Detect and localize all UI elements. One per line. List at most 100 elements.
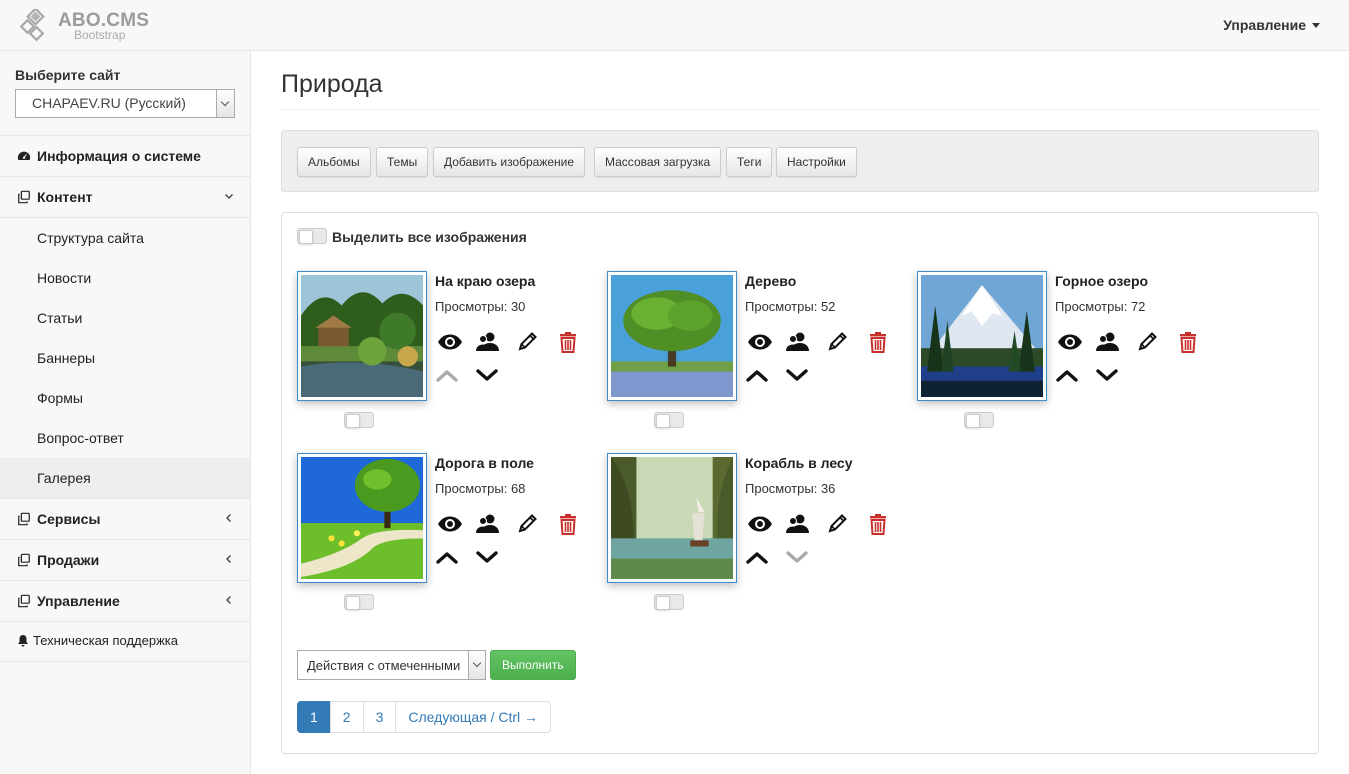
top-navbar: ABO.CMS Bootstrap Управление [0, 0, 1349, 51]
image-thumbnail[interactable] [607, 271, 737, 401]
eye-icon[interactable] [1057, 330, 1083, 354]
chevron-down-icon[interactable] [784, 363, 810, 387]
sidebar-item-label: Сервисы [37, 511, 101, 527]
gallery-card: На краю озера Просмотры: 30 [297, 271, 597, 441]
chevron-down-icon [224, 177, 234, 217]
pagination: 1 2 3 Следующая / Ctrl → [297, 701, 552, 733]
top-menu-manage-dropdown[interactable]: Управление [1223, 17, 1320, 33]
sidebar-support-label: Техническая поддержка [33, 633, 178, 648]
copy-icon [18, 512, 30, 526]
sidebar-item-content[interactable]: Контент [0, 177, 250, 218]
pencil-icon[interactable] [825, 330, 851, 354]
sidebar-subitem-articles[interactable]: Статьи [0, 298, 250, 338]
image-select-toggle[interactable] [344, 594, 374, 610]
image-title[interactable]: Корабль в лесу [745, 455, 853, 471]
title-divider [281, 109, 1319, 110]
sidebar: Выберите сайт CHAPAEV.RU (Русский) Инфор… [0, 51, 251, 774]
sidebar-item-sales[interactable]: Продажи [0, 540, 250, 581]
add-image-button[interactable]: Добавить изображение [433, 147, 586, 177]
sidebar-item-system-info[interactable]: Информация о системе [0, 136, 250, 177]
image-views: Просмотры: 72 [1055, 299, 1145, 314]
image-thumbnail[interactable] [297, 271, 427, 401]
caret-down-icon [1312, 23, 1320, 28]
gallery-toolbar: Альбомы Темы Добавить изображение Массов… [281, 130, 1319, 192]
chevron-up-icon[interactable] [744, 363, 770, 387]
logo-subtitle: Bootstrap [74, 28, 126, 42]
chevron-left-icon [224, 581, 234, 621]
trash-icon[interactable] [865, 330, 891, 354]
bell-icon [18, 635, 28, 647]
views-prefix: Просмотры: [435, 299, 508, 314]
pencil-icon[interactable] [515, 512, 541, 536]
image-views: Просмотры: 30 [435, 299, 525, 314]
site-select[interactable]: CHAPAEV.RU (Русский) [15, 89, 235, 118]
views-count: 30 [510, 299, 526, 314]
bulk-actions-select[interactable]: Действия с отмеченными [297, 650, 486, 680]
sidebar-item-support[interactable]: Техническая поддержка [0, 622, 250, 662]
image-thumbnail[interactable] [607, 453, 737, 583]
eye-icon[interactable] [747, 330, 773, 354]
users-icon[interactable] [475, 512, 501, 536]
albums-button[interactable]: Альбомы [297, 147, 371, 177]
page-link-3[interactable]: 3 [362, 701, 397, 733]
image-thumbnail[interactable] [917, 271, 1047, 401]
pencil-icon[interactable] [825, 512, 851, 536]
page-link-next[interactable]: Следующая / Ctrl → [395, 701, 552, 733]
sidebar-item-label: Информация о системе [37, 148, 201, 164]
sidebar-subitem-news[interactable]: Новости [0, 258, 250, 298]
trash-icon[interactable] [555, 512, 581, 536]
users-icon[interactable] [785, 512, 811, 536]
image-select-toggle[interactable] [964, 412, 994, 428]
image-title[interactable]: Дорога в поле [435, 455, 534, 471]
gallery-card: Корабль в лесу Просмотры: 36 [607, 453, 907, 623]
image-select-toggle[interactable] [344, 412, 374, 428]
sidebar-subitem-gallery[interactable]: Галерея [0, 458, 250, 498]
gallery-card: Горное озеро Просмотры: 72 [917, 271, 1217, 441]
sidebar-subitem-faq[interactable]: Вопрос-ответ [0, 418, 250, 458]
image-thumbnail[interactable] [297, 453, 427, 583]
image-title[interactable]: Дерево [745, 273, 796, 289]
image-select-toggle[interactable] [654, 412, 684, 428]
tags-button[interactable]: Теги [726, 147, 773, 177]
sidebar-subitem-structure[interactable]: Структура сайта [0, 218, 250, 258]
trash-icon[interactable] [555, 330, 581, 354]
chevron-down-icon[interactable] [474, 545, 500, 569]
settings-button[interactable]: Настройки [776, 147, 857, 177]
sidebar-item-label: Контент [37, 189, 93, 205]
select-all-toggle[interactable] [297, 228, 327, 244]
chevron-up-icon[interactable] [434, 545, 460, 569]
users-icon[interactable] [785, 330, 811, 354]
run-action-button[interactable]: Выполнить [490, 650, 576, 680]
bulk-upload-button[interactable]: Массовая загрузка [594, 147, 722, 177]
image-select-toggle[interactable] [654, 594, 684, 610]
chevron-down-icon[interactable] [474, 363, 500, 387]
pencil-icon[interactable] [515, 330, 541, 354]
views-count: 72 [1130, 299, 1146, 314]
image-title[interactable]: Горное озеро [1055, 273, 1148, 289]
sidebar-item-services[interactable]: Сервисы [0, 499, 250, 540]
sidebar-subitem-banners[interactable]: Баннеры [0, 338, 250, 378]
image-title[interactable]: На краю озера [435, 273, 535, 289]
sidebar-subitem-forms[interactable]: Формы [0, 378, 250, 418]
views-prefix: Просмотры: [745, 299, 818, 314]
eye-icon[interactable] [437, 330, 463, 354]
themes-button[interactable]: Темы [376, 147, 429, 177]
views-prefix: Просмотры: [435, 481, 508, 496]
bulk-actions-value: Действия с отмеченными [307, 658, 461, 673]
eye-icon[interactable] [747, 512, 773, 536]
trash-icon[interactable] [865, 512, 891, 536]
users-icon[interactable] [475, 330, 501, 354]
chevron-up-icon[interactable] [1054, 363, 1080, 387]
eye-icon[interactable] [437, 512, 463, 536]
select-arrow-icon [216, 90, 234, 117]
users-icon[interactable] [1095, 330, 1121, 354]
sidebar-item-management[interactable]: Управление [0, 581, 250, 622]
page-link-2[interactable]: 2 [329, 701, 364, 733]
logo[interactable]: ABO.CMS Bootstrap [20, 8, 160, 44]
page-link-1[interactable]: 1 [297, 701, 331, 733]
page-title: Природа [281, 70, 383, 98]
chevron-down-icon[interactable] [1094, 363, 1120, 387]
trash-icon[interactable] [1175, 330, 1201, 354]
chevron-up-icon[interactable] [744, 545, 770, 569]
pencil-icon[interactable] [1135, 330, 1161, 354]
